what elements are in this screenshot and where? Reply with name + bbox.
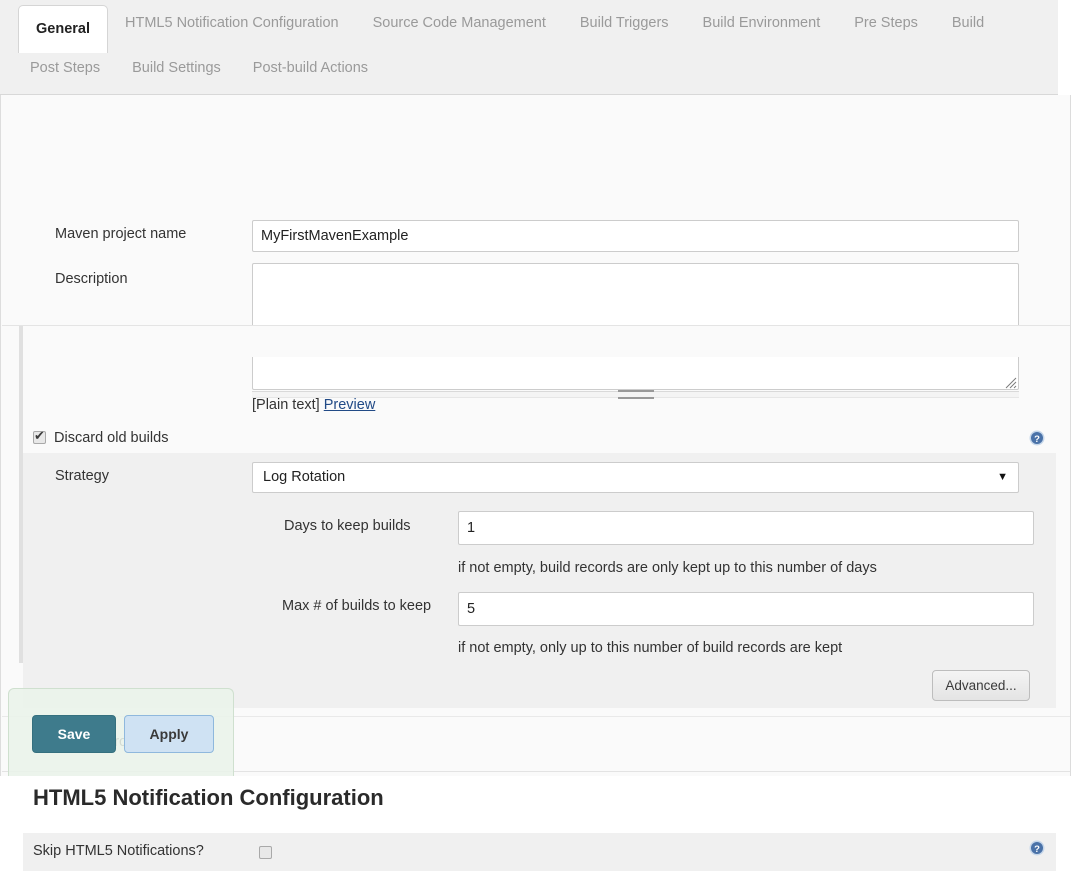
max-builds-to-keep-input[interactable] (458, 592, 1034, 626)
strategy-selected-value: Log Rotation (263, 469, 346, 485)
strategy-select[interactable]: Log Rotation ▼ (252, 462, 1019, 493)
svg-text:?: ? (1034, 434, 1040, 445)
skip-html5-notifications-label: Skip HTML5 Notifications? (33, 843, 204, 859)
help-icon-skip-html5-notifications[interactable]: ? (1029, 840, 1045, 856)
html5-notification-configuration-heading: HTML5 Notification Configuration (33, 785, 384, 810)
description-label: Description (55, 271, 128, 287)
svg-text:?: ? (1034, 844, 1040, 855)
tab-post-build-actions[interactable]: Post-build Actions (237, 48, 384, 88)
tab-build-environment[interactable]: Build Environment (686, 0, 838, 47)
chevron-down-icon: ▼ (997, 471, 1008, 483)
config-form-content: Maven project name Description [Plain te… (0, 95, 1071, 871)
tab-general[interactable]: General (18, 5, 108, 53)
tab-html5-notification-configuration[interactable]: HTML5 Notification Configuration (108, 0, 356, 47)
tab-source-code-management[interactable]: Source Code Management (356, 0, 563, 47)
apply-button[interactable]: Apply (124, 715, 214, 753)
config-tab-bar: General HTML5 Notification Configuration S… (0, 0, 1058, 95)
discard-old-builds-checkbox[interactable] (33, 428, 46, 444)
discard-old-builds-header (2, 325, 1070, 357)
days-to-keep-builds-input[interactable] (458, 511, 1034, 545)
days-to-keep-builds-label: Days to keep builds (284, 518, 411, 534)
description-markup-info: [Plain text] Preview (252, 397, 375, 413)
max-builds-to-keep-hint: if not empty, only up to this number of … (458, 640, 843, 656)
advanced-button[interactable]: Advanced... (932, 670, 1030, 701)
description-preview-link[interactable]: Preview (324, 397, 376, 413)
discard-old-builds-label: Discard old builds (54, 430, 169, 446)
plain-text-label: [Plain text] (252, 397, 320, 413)
maven-project-name-label: Maven project name (55, 226, 187, 242)
tab-post-steps[interactable]: Post Steps (14, 48, 116, 88)
tab-build[interactable]: Build (935, 0, 1001, 47)
maven-project-name-input[interactable] (252, 220, 1019, 252)
textarea-drag-knob[interactable] (618, 390, 654, 399)
strategy-label: Strategy (55, 468, 109, 484)
tab-build-triggers[interactable]: Build Triggers (563, 0, 686, 47)
tab-build-settings[interactable]: Build Settings (116, 48, 237, 88)
skip-html5-notifications-checkbox[interactable] (259, 846, 272, 859)
tab-row-primary: General HTML5 Notification Configuration S… (0, 0, 1058, 53)
days-to-keep-builds-hint: if not empty, build records are only kep… (458, 560, 877, 576)
tab-pre-steps[interactable]: Pre Steps (837, 0, 935, 47)
tab-row-secondary: Post Steps Build Settings Post-build Actio… (0, 48, 1072, 95)
save-button[interactable]: Save (32, 715, 116, 753)
help-icon-discard-old-builds[interactable]: ? (1029, 430, 1045, 446)
max-builds-to-keep-label: Max # of builds to keep (282, 598, 432, 614)
